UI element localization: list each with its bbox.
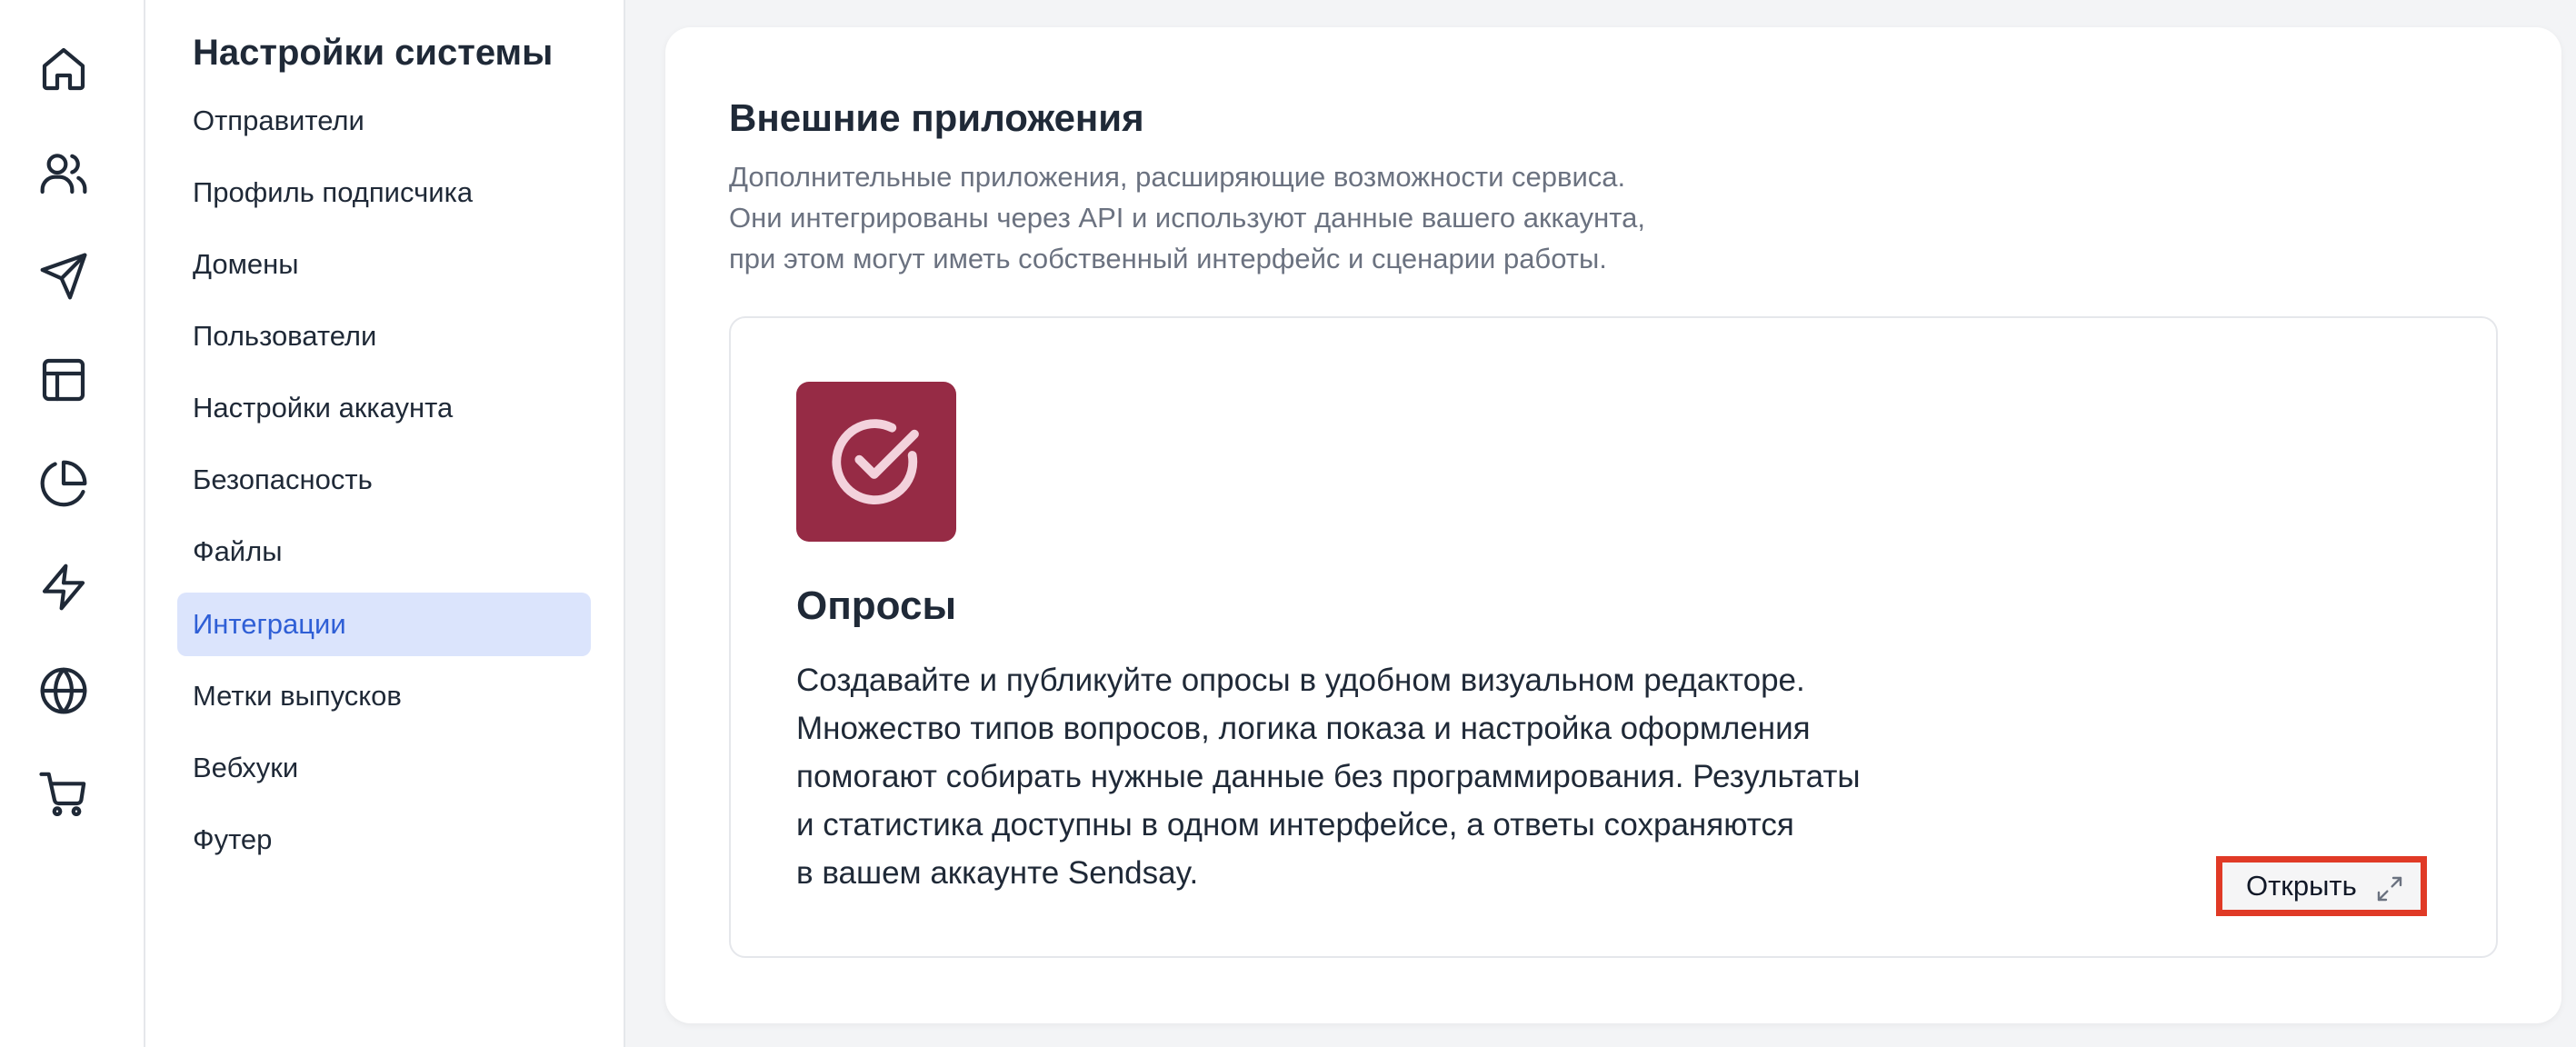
sidebar-item-account-settings[interactable]: Настройки аккаунта [177, 376, 591, 440]
app-name: Опросы [796, 583, 957, 628]
open-app-button[interactable]: Открыть [2216, 856, 2427, 916]
app-card-surveys: Опросы Создавайте и публикуйте опросы в … [729, 316, 2498, 958]
users-icon[interactable] [35, 144, 93, 202]
send-icon[interactable] [35, 247, 93, 305]
app-description-line: Множество типов вопросов, логика показа … [796, 711, 1811, 746]
check-circle-icon [832, 419, 919, 504]
page-description: Дополнительные приложения, расширяющие в… [729, 156, 1911, 279]
page-description-line: при этом могут иметь собственный интерфе… [729, 243, 1607, 274]
app-description-line: Создавайте и публикуйте опросы в удобном… [796, 663, 1805, 698]
sidebar-item-integrations[interactable]: Интеграции [177, 593, 591, 656]
cart-icon[interactable] [35, 765, 93, 823]
sidebar-title: Настройки системы [193, 33, 554, 73]
sidebar-item-senders[interactable]: Отправители [177, 89, 591, 153]
external-apps-panel: Внешние приложения Дополнительные прилож… [665, 27, 2561, 1023]
home-icon[interactable] [35, 40, 93, 98]
sidebar-item-security[interactable]: Безопасность [177, 448, 591, 512]
page-title: Внешние приложения [729, 96, 1144, 139]
sidebar-item-footer[interactable]: Футер [177, 808, 591, 872]
open-app-button-label: Открыть [2246, 870, 2357, 902]
external-expand-icon [2377, 876, 2402, 902]
sidebar-item-files[interactable]: Файлы [177, 520, 591, 583]
icon-rail [0, 0, 145, 1047]
sidebar-item-domains[interactable]: Домены [177, 233, 591, 296]
sidebar-item-subscriber-profile[interactable]: Профиль подписчика [177, 161, 591, 224]
pie-chart-icon[interactable] [35, 454, 93, 513]
page-description-line: Они интегрированы через API и используют… [729, 202, 1645, 234]
app-description: Создавайте и публикуйте опросы в удобном… [796, 656, 1978, 897]
app-logo [796, 382, 956, 542]
page-description-line: Дополнительные приложения, расширяющие в… [729, 161, 1626, 193]
app-description-line: помогают собирать нужные данные без прог… [796, 759, 1861, 794]
zap-icon[interactable] [35, 558, 93, 616]
sidebar-item-webhooks[interactable]: Вебхуки [177, 736, 591, 800]
settings-sidebar: Настройки системы Отправители Профиль по… [145, 0, 625, 1047]
sidebar-item-release-tags[interactable]: Метки выпусков [177, 664, 591, 728]
layout-icon[interactable] [35, 351, 93, 409]
globe-icon[interactable] [35, 662, 93, 720]
sidebar-item-users[interactable]: Пользователи [177, 304, 591, 368]
app-description-line: в вашем аккаунте Sendsay. [796, 855, 1199, 891]
app-description-line: и статистика доступны в одном интерфейсе… [796, 807, 1794, 843]
